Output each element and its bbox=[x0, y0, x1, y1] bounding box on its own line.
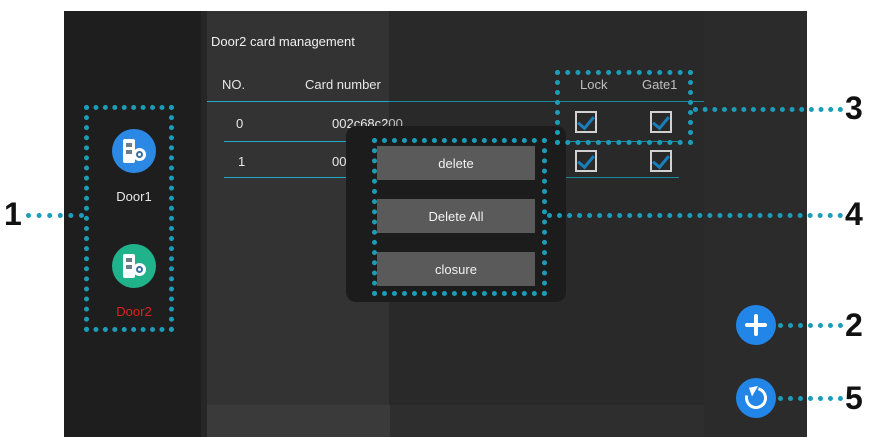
callout-line bbox=[778, 323, 843, 328]
refresh-button[interactable] bbox=[736, 378, 776, 418]
callout-line bbox=[693, 107, 843, 112]
add-card-button[interactable] bbox=[736, 305, 776, 345]
callout-line bbox=[547, 213, 843, 218]
callout-box-sidebar bbox=[84, 105, 174, 332]
callout-box-popup bbox=[372, 138, 547, 296]
callout-number: 1 bbox=[4, 196, 22, 232]
callout-box-checkboxes bbox=[555, 70, 693, 145]
callout-number: 5 bbox=[845, 380, 863, 416]
callout-line bbox=[778, 396, 843, 401]
table-cell-no: 0 bbox=[236, 116, 244, 131]
column-header-no: NO. bbox=[222, 77, 246, 92]
callout-number: 3 bbox=[845, 90, 863, 126]
table-cell-no: 1 bbox=[238, 154, 246, 169]
page-title: Door2 card management bbox=[211, 34, 355, 49]
callout-line bbox=[26, 213, 84, 218]
callout-number: 4 bbox=[845, 196, 863, 232]
panel-footer bbox=[207, 405, 704, 437]
callout-number: 2 bbox=[845, 307, 863, 343]
column-header-card-number: Card number bbox=[305, 77, 381, 92]
